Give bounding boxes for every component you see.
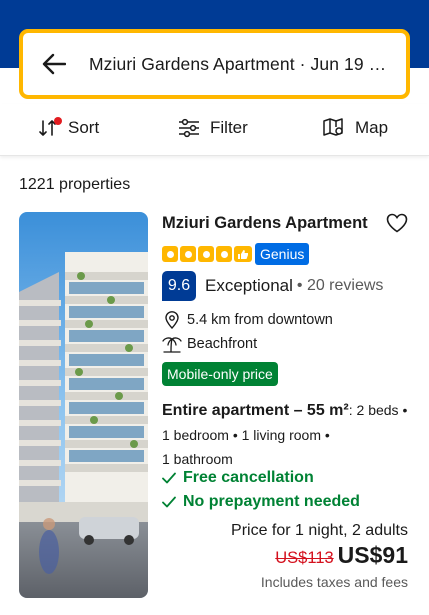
back-arrow-icon[interactable] [41,51,67,77]
filter-label: Filter [210,118,248,137]
filter-icon [178,118,200,138]
sort-icon [38,117,62,137]
star-rating: Genius [162,243,310,265]
search-summary-text: Mziuri Gardens Apartment · Jun 19 - J... [89,53,390,74]
no-prepayment-text: No prepayment needed [183,493,360,510]
mobile-only-price-badge: Mobile-only price [162,362,278,386]
sort-button[interactable]: Sort [38,104,99,152]
star-icon [162,246,178,262]
map-icon [323,118,345,138]
filter-button[interactable]: Filter [178,104,248,152]
review-score-row: 9.6 Exceptional • 20 reviews [162,271,383,301]
room-description: Entire apartment – 55 m²: 2 beds • 1 bed… [162,398,417,471]
results-count: 1221 properties [19,176,131,193]
genius-badge: Genius [255,243,310,265]
map-button[interactable]: Map [323,104,388,152]
original-price: US$113 [275,549,334,567]
sort-active-dot [54,117,62,125]
property-name[interactable]: Mziuri Gardens Apartment [162,214,368,233]
palm-tree-icon [162,335,182,353]
property-photo[interactable] [19,212,148,598]
review-score-word: Exceptional [205,276,293,295]
current-price: US$91 [337,542,408,568]
thumbs-up-icon [234,246,252,262]
check-icon [162,496,176,508]
heart-icon[interactable] [386,213,410,235]
free-cancellation-perk: Free cancellation [162,469,314,487]
results-toolbar: Sort Filter Map [0,104,429,156]
location-pin-icon [162,311,182,329]
price-row: US$113 US$91 [275,542,408,569]
distance-row: 5.4 km from downtown [162,311,333,329]
star-icon [180,246,196,262]
taxes-note: Includes taxes and fees [260,574,408,590]
room-beds: : 2 beds • [348,402,408,418]
star-icon [198,246,214,262]
beachfront-row: Beachfront [162,335,257,353]
no-prepayment-perk: No prepayment needed [162,493,360,511]
beachfront-text: Beachfront [187,336,258,352]
check-icon [162,472,176,484]
free-cancellation-text: Free cancellation [183,469,314,486]
sort-label: Sort [68,118,100,137]
review-score-badge: 9.6 [162,271,196,301]
search-summary-box[interactable]: Mziuri Gardens Apartment · Jun 19 - J... [19,29,410,99]
price-label: Price for 1 night, 2 adults [231,522,408,539]
room-layout: 1 bedroom • 1 living room • [162,427,330,443]
map-label: Map [355,118,389,137]
distance-text: 5.4 km from downtown [187,312,333,328]
room-bathrooms: 1 bathroom [162,451,233,467]
room-type: Entire apartment – 55 m² [162,402,349,419]
star-icon [216,246,232,262]
review-count: • 20 reviews [296,277,384,294]
